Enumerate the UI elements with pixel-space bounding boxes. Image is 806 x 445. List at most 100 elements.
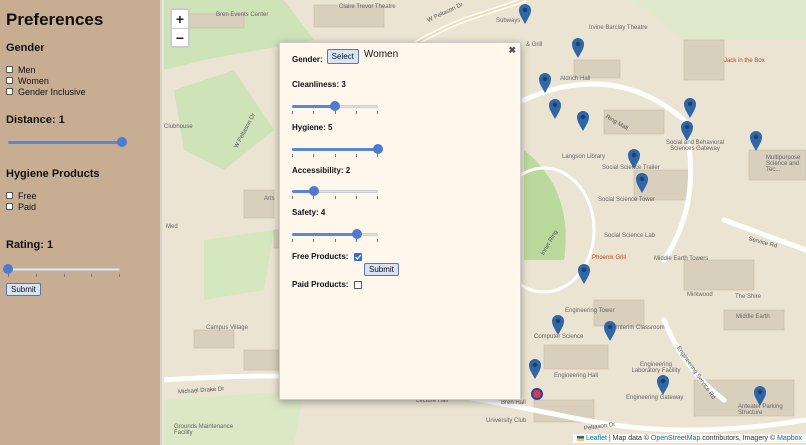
women-checkbox[interactable] — [6, 77, 13, 84]
map-label-social-science-lab: Social Science Lab — [604, 233, 656, 239]
close-icon[interactable]: ✖ — [508, 45, 516, 56]
location-marker-icon[interactable] — [551, 314, 565, 336]
rating-slider-thumb[interactable] — [3, 264, 13, 274]
location-marker-icon[interactable] — [577, 263, 591, 285]
zoom-in-button[interactable]: + — [172, 10, 188, 28]
map-attribution: Leaflet | Map data © OpenStreetMap contr… — [572, 434, 806, 443]
mapbox-link[interactable]: Mapbox — [777, 435, 802, 442]
sidebar-submit-button[interactable]: Submit — [6, 283, 41, 296]
map-label-clubhouse: Clubhouse — [164, 124, 193, 130]
hygiene-label: Hygiene: 5 — [292, 123, 333, 132]
location-marker-icon[interactable] — [749, 130, 763, 152]
free-products-checkbox[interactable] — [354, 252, 363, 261]
map-label-interim-classroom: Interim Classroom — [616, 325, 665, 331]
popup-submit-button[interactable]: Submit — [364, 263, 399, 276]
map-label-grill: & Grill — [526, 42, 543, 48]
attribution-text-2: contributors, Imagery © — [700, 435, 778, 442]
location-marker-icon[interactable] — [603, 320, 617, 342]
paid-products-label: Paid Products: — [292, 280, 349, 289]
safety-label: Safety: 4 — [292, 208, 326, 217]
distance-slider-thumb[interactable] — [117, 137, 127, 147]
location-marker-icon[interactable] — [571, 37, 585, 59]
map-label-bren-events-center: Bren Events Center — [216, 12, 269, 18]
zoom-control: + − — [170, 8, 190, 48]
cleanliness-slider-thumb[interactable] — [330, 101, 340, 111]
gender-option-inclusive[interactable]: Gender Inclusive — [6, 86, 154, 97]
attribution-text-1: | Map data © — [606, 435, 651, 442]
sidebar-title: Preferences — [6, 10, 104, 29]
safety-slider-thumb[interactable] — [351, 229, 362, 239]
map-label-university-club: University Club — [486, 418, 527, 424]
cleanliness-slider[interactable] — [292, 100, 378, 114]
distance-label: Distance: 1 — [6, 114, 65, 126]
location-marker-icon[interactable] — [538, 72, 552, 94]
flag-icon — [576, 435, 584, 441]
gender-option-men[interactable]: Men — [6, 64, 154, 75]
gender-inclusive-label: Gender Inclusive — [18, 86, 86, 97]
map-label-engineering-gateway: Engineering Gateway — [626, 395, 684, 401]
current-location-marker[interactable] — [531, 388, 543, 400]
location-marker-icon[interactable] — [656, 374, 670, 396]
map-label-engineering-hall: Engineering Hall — [554, 373, 599, 379]
gender-selected-value: Women — [363, 49, 399, 60]
free-checkbox[interactable] — [6, 192, 13, 199]
accessibility-label: Accessibility: 2 — [292, 166, 351, 175]
men-label: Men — [18, 64, 36, 75]
gender-inclusive-checkbox[interactable] — [6, 88, 13, 95]
checkmark-icon — [355, 254, 362, 260]
paid-products-row: Paid Products: — [292, 280, 367, 289]
location-marker-icon[interactable] — [683, 97, 697, 119]
hygiene-option-free[interactable]: Free — [6, 190, 154, 201]
location-marker-icon[interactable] — [753, 385, 767, 407]
openstreetmap-link[interactable]: OpenStreetMap — [651, 435, 700, 442]
location-marker-icon[interactable] — [635, 172, 649, 194]
map-label-phoenix-grill: Phoenix Grill — [592, 255, 627, 261]
free-products-row: Free Products: — [292, 252, 367, 261]
rating-slider[interactable] — [3, 263, 120, 277]
map-label-social-science-tower: Social Science Tower — [598, 197, 655, 203]
cleanliness-label: Cleanliness: 3 — [292, 80, 346, 89]
map-label-engineering-tower: Engineering Tower — [565, 308, 615, 314]
map-label-jack-in-the-box: Jack in the Box — [724, 58, 765, 64]
location-marker-icon[interactable] — [518, 3, 532, 25]
hygiene-option-paid[interactable]: Paid — [6, 201, 154, 212]
location-marker-icon[interactable] — [576, 110, 590, 132]
map-label-bren-hall: Bren Hall — [501, 400, 526, 406]
men-checkbox[interactable] — [6, 66, 13, 73]
map-label-subways: Subways — [496, 18, 521, 24]
paid-products-checkbox[interactable] — [354, 280, 363, 289]
map-label-middle-earth: Middle Earth — [736, 314, 770, 320]
gender-select-button[interactable]: Select — [326, 49, 359, 64]
rating-label: Rating: 1 — [6, 239, 54, 251]
map-label-multipurpose-science: Multipurpose Science and Tec... — [766, 155, 801, 173]
safety-slider[interactable] — [292, 228, 378, 242]
free-label: Free — [18, 190, 37, 201]
location-marker-icon[interactable] — [627, 148, 641, 170]
map-label-aldrich-hall: Aldrich Hall — [560, 76, 591, 82]
map-label-langson-library: Langson Library — [562, 154, 606, 160]
hygiene-slider[interactable] — [292, 143, 383, 157]
accessibility-slider[interactable] — [292, 185, 378, 199]
paid-checkbox[interactable] — [6, 203, 13, 210]
distance-slider[interactable] — [8, 136, 127, 148]
paid-label: Paid — [18, 201, 37, 212]
zoom-out-button[interactable]: − — [172, 28, 188, 46]
leaflet-link[interactable]: Leaflet — [586, 435, 607, 442]
map-label-arts: Arts — [264, 196, 275, 202]
location-marker-icon[interactable] — [528, 358, 542, 380]
gender-heading: Gender — [6, 42, 45, 54]
location-marker-icon[interactable] — [680, 120, 694, 142]
map-label-engineering-lab-facility: Engineering Laboratory Facility — [631, 362, 681, 374]
preferences-sidebar: Preferences Gender Men Women Gender Incl… — [0, 0, 162, 445]
map-label-claire-trevor-theatre: Claire Trevor Theatre — [339, 4, 396, 10]
map-label-social-behavioral-gateway: Social and Behavioral Sciences Gateway — [665, 140, 725, 152]
hygiene-slider-thumb[interactable] — [373, 144, 383, 154]
gender-option-women[interactable]: Women — [6, 75, 154, 86]
map-label-the-shire: The Shire — [735, 294, 762, 300]
map-label-irvine-barclay-theatre: Irvine Barclay Theatre — [589, 25, 648, 31]
popup-gender-row: Gender: Select Women — [292, 49, 398, 64]
location-marker-icon[interactable] — [548, 98, 562, 120]
rating-popup: ✖ Gender: Select Women Cleanliness: 3 Hy… — [279, 42, 521, 400]
map-label-med: Med — [166, 224, 178, 230]
accessibility-slider-thumb[interactable] — [308, 186, 319, 196]
